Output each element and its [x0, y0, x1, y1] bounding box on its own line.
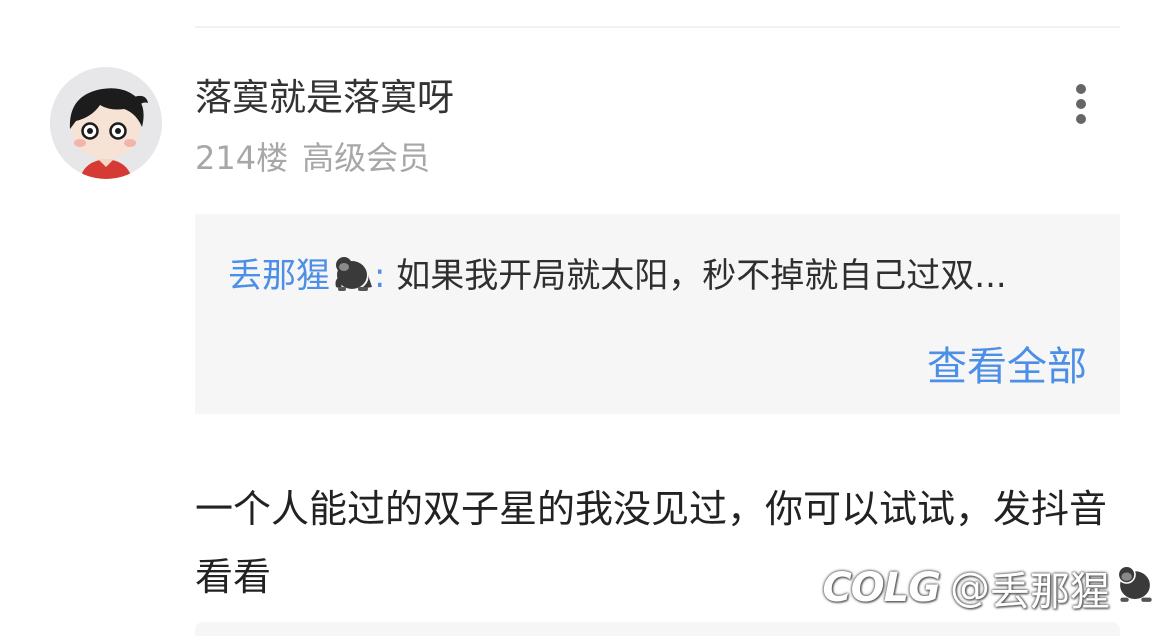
- top-divider: [195, 26, 1120, 28]
- quote-colon: :: [374, 256, 386, 296]
- more-dot-icon: [1076, 114, 1086, 124]
- gorilla-icon: [330, 253, 374, 306]
- comment-page: 落寞就是落寞呀 214楼 高级会员 丢那猩 : 如果我开局就太阳，秒不掉就自己过双…: [0, 0, 1170, 636]
- watermark-name: 丢那猩: [990, 569, 1110, 615]
- quote-author[interactable]: 丢那猩: [228, 256, 330, 296]
- post-meta: 214楼 高级会员: [195, 136, 430, 180]
- quote-line: 丢那猩 : 如果我开局就太阳，秒不掉就自己过双...: [228, 252, 1088, 306]
- avatar[interactable]: [50, 67, 162, 179]
- avatar-cartoon-icon: [50, 67, 162, 179]
- floor-number: 214楼: [195, 139, 289, 177]
- member-level: 高级会员: [302, 139, 431, 177]
- more-dot-icon: [1076, 99, 1086, 109]
- more-options-button[interactable]: [1062, 80, 1102, 128]
- colg-logo: COLG: [822, 565, 941, 611]
- view-all-link[interactable]: 查看全部: [927, 342, 1087, 392]
- next-quote-box: [195, 622, 1120, 636]
- quoted-reply[interactable]: 丢那猩 : 如果我开局就太阳，秒不掉就自己过双... 查看全部: [195, 214, 1120, 414]
- more-dot-icon: [1076, 84, 1086, 94]
- username[interactable]: 落寞就是落寞呀: [195, 74, 454, 122]
- quote-text: 如果我开局就太阳，秒不掉就自己过双...: [396, 256, 1007, 296]
- watermark: COLG @ 丢那猩: [822, 560, 1158, 616]
- gorilla-icon: [1112, 562, 1158, 614]
- watermark-at: @: [950, 565, 990, 611]
